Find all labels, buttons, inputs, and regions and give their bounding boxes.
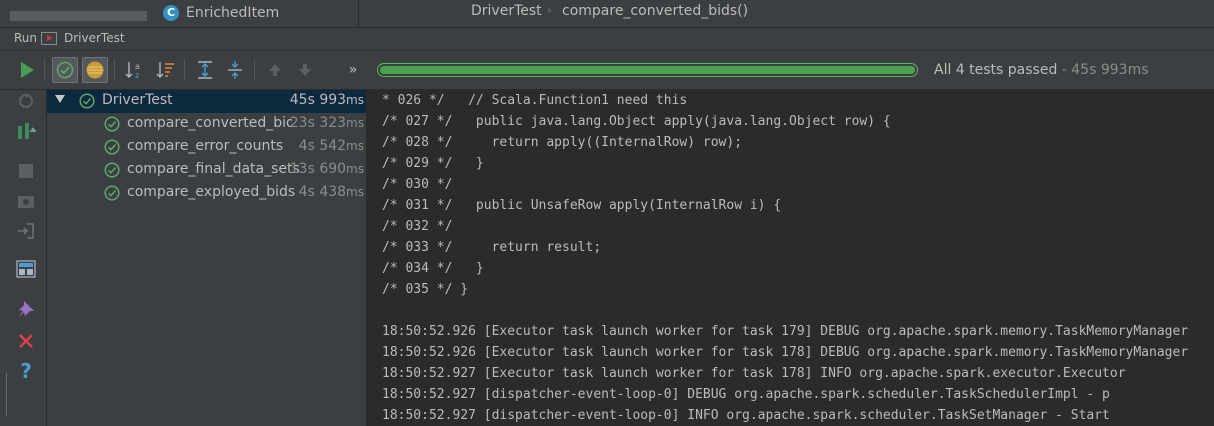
console-line: /* 035 */ } [382, 282, 469, 297]
run-window-header: Run DriverTest [0, 28, 1214, 51]
passed-check-icon [104, 185, 120, 201]
test-name: compare_converted_bids [127, 115, 292, 131]
console-line: /* 030 */ [382, 177, 453, 192]
pin-icon[interactable] [15, 298, 37, 320]
console-line: /* 033 */ return result; [382, 240, 602, 255]
run-icon[interactable] [14, 57, 40, 83]
layout-icon[interactable] [15, 258, 37, 280]
test-time-unit: ms [346, 139, 364, 153]
test-row[interactable]: compare_converted_bids 23s 323ms [47, 113, 366, 136]
horizontal-scrollbar[interactable] [10, 11, 147, 21]
test-time-value: 4s 438 [298, 184, 347, 200]
test-name: compare_exployed_bids [127, 184, 296, 200]
console-line: 18:50:52.926 [Executor task launch worke… [382, 324, 1189, 339]
next-failed-icon[interactable] [292, 57, 318, 83]
test-row[interactable]: compare_final_data_sets 13s 690ms [47, 159, 366, 182]
test-time-unit: ms [346, 162, 364, 176]
more-icon[interactable]: » [340, 57, 366, 83]
svg-text:a: a [135, 62, 140, 71]
test-status: All 4 tests passed - 45s 993ms [934, 62, 1149, 78]
sort-alpha-icon[interactable]: az [122, 57, 148, 83]
console-line: /* 032 */ [382, 219, 453, 234]
project-pane-header: C EnrichedItem [0, 0, 359, 27]
stop-icon[interactable] [15, 160, 37, 182]
class-icon: C [163, 5, 179, 21]
test-time: 4s 542ms [299, 138, 364, 154]
import-tests-icon[interactable] [15, 220, 37, 242]
screenshot-icon[interactable] [15, 190, 37, 212]
test-row[interactable]: compare_exployed_bids 4s 438ms [47, 182, 366, 205]
svg-text:z: z [135, 71, 139, 80]
console-line: /* 027 */ public java.lang.Object apply(… [382, 114, 891, 129]
project-tree-class-item[interactable]: EnrichedItem [186, 5, 279, 21]
console-line: 18:50:52.927 [Executor task launch worke… [382, 366, 1126, 381]
tree-root-row[interactable]: DriverTest 45s 993ms [47, 90, 366, 113]
rerun-failed-icon[interactable] [15, 90, 37, 112]
previous-failed-icon[interactable] [262, 57, 288, 83]
editor-tab-bar: C EnrichedItem DriverTest › compare_conv… [0, 0, 1214, 28]
collapse-all-icon[interactable] [222, 57, 248, 83]
passed-check-icon [104, 162, 120, 178]
status-summary: All 4 tests passed [934, 62, 1058, 78]
toolbar-separator [254, 59, 255, 81]
test-time-value: 13s 690 [289, 161, 347, 177]
toggle-auto-test-icon[interactable] [15, 120, 37, 142]
test-progress-fill [380, 66, 915, 74]
help-icon[interactable]: ? [15, 359, 37, 383]
console-line: 18:50:52.926 [Executor task launch worke… [382, 345, 1189, 360]
test-progress-bar [377, 63, 918, 77]
tree-root-name: DriverTest [102, 92, 173, 108]
run-window-label: Run [14, 31, 38, 45]
console-line: /* 031 */ public UnsafeRow apply(Interna… [382, 198, 782, 213]
passed-check-icon [104, 116, 120, 132]
test-name: compare_final_data_sets [127, 161, 300, 177]
breadcrumb-class[interactable]: DriverTest [471, 3, 542, 19]
run-config-tab[interactable]: DriverTest [64, 31, 125, 45]
test-time-unit: ms [346, 185, 364, 199]
test-time-unit: ms [346, 116, 364, 130]
sort-duration-icon[interactable] [153, 57, 179, 83]
expand-all-icon[interactable] [192, 57, 218, 83]
console-line: * 026 */ // Scala.Function1 need this [382, 93, 688, 108]
console-output[interactable]: * 026 */ // Scala.Function1 need this /*… [367, 90, 1214, 426]
passed-check-icon [79, 93, 95, 109]
console-line: /* 028 */ return apply((InternalRow) row… [382, 135, 743, 150]
console-line: /* 029 */ } [382, 156, 484, 171]
test-runner-toolbar: az » All 4 tests passed - 45s 993ms [0, 51, 1214, 90]
toolbar-separator [44, 59, 45, 81]
test-time: 4s 438ms [299, 184, 364, 200]
test-time: 23s 323ms [290, 115, 364, 131]
run-side-toolbar: ? [0, 90, 47, 426]
sidebar-edge-line [6, 373, 7, 416]
test-name: compare_error_counts [127, 138, 284, 154]
test-time: 13s 690ms [290, 161, 364, 177]
show-ignored-icon[interactable] [82, 57, 108, 83]
status-duration: - 45s 993ms [1057, 62, 1149, 78]
test-time-value: 23s 323 [289, 115, 347, 131]
breadcrumb-method[interactable]: compare_converted_bids() [562, 3, 748, 19]
expand-arrow-icon[interactable] [55, 95, 65, 103]
run-config-icon [41, 32, 57, 45]
toolbar-separator [184, 59, 185, 81]
passed-check-icon [104, 139, 120, 155]
test-time-value: 4s 542 [298, 138, 347, 154]
tree-root-time-value: 45s 993 [289, 92, 347, 108]
close-icon[interactable] [15, 330, 37, 352]
console-line: /* 034 */ } [382, 261, 484, 276]
tree-root-time: 45s 993ms [290, 92, 364, 108]
test-results-tree: DriverTest 45s 993ms compare_converted_b… [47, 90, 367, 426]
show-passed-icon[interactable] [52, 57, 78, 83]
tree-root-time-unit: ms [346, 93, 364, 107]
toolbar-separator [114, 59, 115, 81]
test-row[interactable]: compare_error_counts 4s 542ms [47, 136, 366, 159]
console-line: 18:50:52.927 [dispatcher-event-loop-0] D… [382, 387, 1110, 402]
console-line: 18:50:52.927 [dispatcher-event-loop-0] I… [382, 408, 1110, 423]
breadcrumb-separator-icon: › [547, 3, 552, 17]
